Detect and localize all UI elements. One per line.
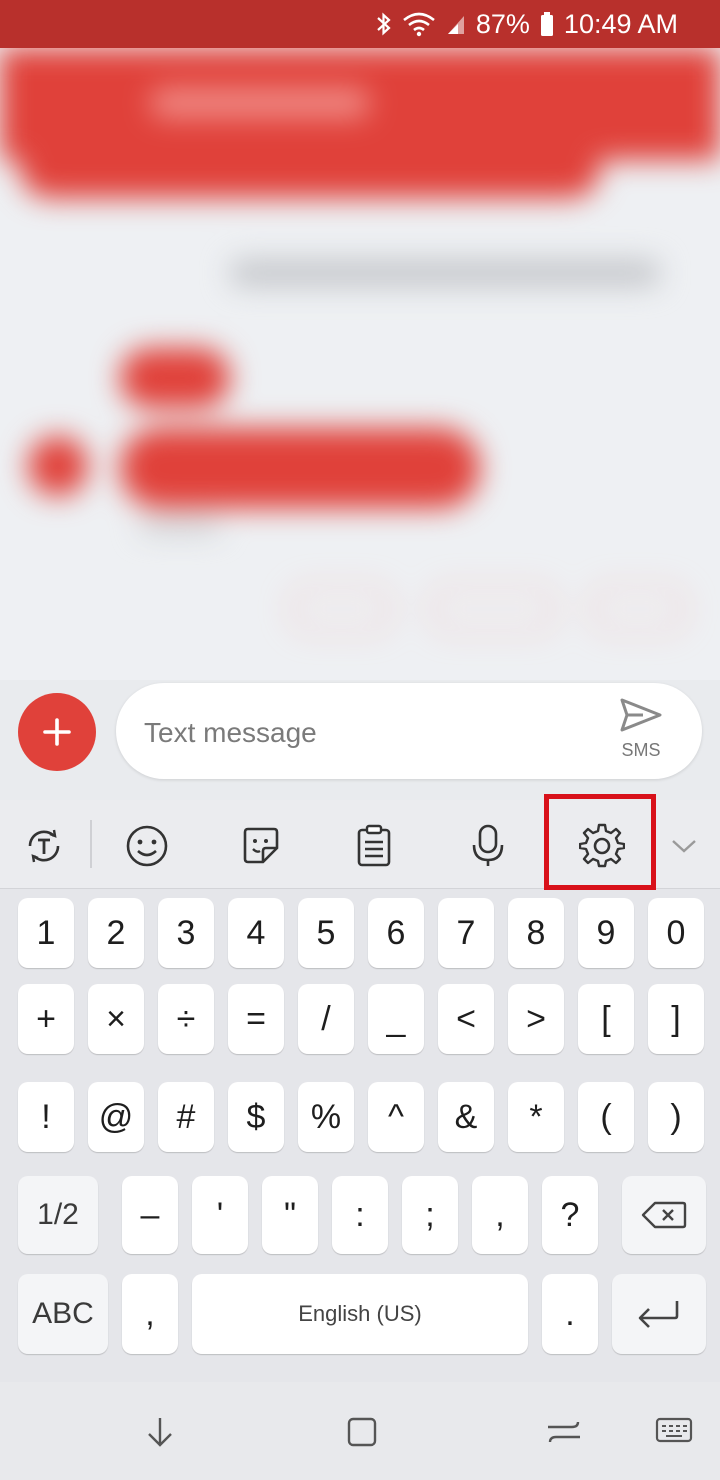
message-input[interactable]: Text message SMS <box>116 683 702 779</box>
key-5[interactable]: 5 <box>298 898 354 968</box>
battery-icon <box>540 11 554 37</box>
blurred-chip-1 <box>290 586 392 632</box>
key-slash[interactable]: / <box>298 984 354 1054</box>
hide-keyboard-button[interactable] <box>138 1410 182 1454</box>
blurred-bubble <box>120 428 480 508</box>
key-ampersand[interactable]: & <box>438 1082 494 1152</box>
blurred-avatar <box>28 436 88 496</box>
keyboard-switch-button[interactable] <box>652 1410 696 1454</box>
sticker-icon[interactable] <box>233 818 289 874</box>
chevron-down-nav-icon <box>148 1418 172 1447</box>
key-3[interactable]: 3 <box>158 898 214 968</box>
key-exclamation[interactable]: ! <box>18 1082 74 1152</box>
key-percent[interactable]: % <box>298 1082 354 1152</box>
navigation-bar <box>0 1382 720 1480</box>
key-comma-symbol[interactable]: , <box>472 1176 528 1254</box>
enter-key[interactable] <box>612 1274 706 1354</box>
key-open-bracket[interactable]: [ <box>578 984 634 1054</box>
key-close-bracket[interactable]: ] <box>648 984 704 1054</box>
send-button[interactable]: SMS <box>614 697 668 761</box>
blurred-content <box>0 48 720 680</box>
wifi-icon <box>402 11 436 37</box>
send-label: SMS <box>621 740 661 760</box>
text-style-icon[interactable] <box>16 818 72 874</box>
key-plus[interactable]: + <box>18 984 74 1054</box>
key-8[interactable]: 8 <box>508 898 564 968</box>
key-divide[interactable]: ÷ <box>158 984 214 1054</box>
key-dollar[interactable]: $ <box>228 1082 284 1152</box>
key-6[interactable]: 6 <box>368 898 424 968</box>
backspace-icon <box>641 1201 687 1229</box>
backspace-key[interactable] <box>622 1176 706 1254</box>
mic-icon[interactable] <box>460 818 516 874</box>
add-attachment-button[interactable] <box>18 693 96 771</box>
emoji-icon[interactable] <box>119 818 175 874</box>
key-multiply[interactable]: × <box>88 984 144 1054</box>
home-icon <box>347 1417 377 1447</box>
keyboard-icon <box>655 1417 693 1443</box>
keyboard: 1 2 3 4 5 6 7 8 9 0 + × ÷ = / _ < > [ ] … <box>0 794 720 1382</box>
blurred-chip-3 <box>590 586 686 632</box>
key-9[interactable]: 9 <box>578 898 634 968</box>
enter-icon <box>638 1301 679 1328</box>
key-page-toggle[interactable]: 1/2 <box>18 1176 98 1254</box>
spacebar[interactable]: English (US) <box>192 1274 528 1354</box>
blurred-chip-2 <box>430 586 556 632</box>
clock: 10:49 AM <box>563 8 678 39</box>
key-apostrophe[interactable]: ' <box>192 1176 248 1254</box>
key-7[interactable]: 7 <box>438 898 494 968</box>
key-asterisk[interactable]: * <box>508 1082 564 1152</box>
toolbar-divider <box>90 820 92 868</box>
plus-icon <box>43 718 71 746</box>
key-close-paren[interactable]: ) <box>648 1082 704 1152</box>
home-button[interactable] <box>340 1410 384 1454</box>
abc-key[interactable]: ABC <box>18 1274 108 1354</box>
settings-highlight-box <box>544 794 656 890</box>
send-icon <box>620 698 662 732</box>
key-less-than[interactable]: < <box>438 984 494 1054</box>
back-button[interactable] <box>542 1410 586 1454</box>
blurred-title <box>150 88 370 118</box>
bluetooth-icon <box>376 11 392 37</box>
key-at[interactable]: @ <box>88 1082 144 1152</box>
key-comma[interactable]: , <box>122 1274 178 1354</box>
key-hash[interactable]: # <box>158 1082 214 1152</box>
key-underscore[interactable]: _ <box>368 984 424 1054</box>
key-caret[interactable]: ^ <box>368 1082 424 1152</box>
clipboard-icon[interactable] <box>346 818 402 874</box>
key-quote[interactable]: " <box>262 1176 318 1254</box>
chevron-down-icon[interactable] <box>656 818 712 874</box>
back-icon <box>548 1421 580 1443</box>
key-1[interactable]: 1 <box>18 898 74 968</box>
key-open-paren[interactable]: ( <box>578 1082 634 1152</box>
status-bar: 87% 10:49 AM <box>0 0 720 48</box>
blurred-bubble-top <box>120 348 230 408</box>
blurred-timestamp <box>140 518 220 534</box>
key-dash[interactable]: – <box>122 1176 178 1254</box>
battery-percent: 87% <box>475 8 530 39</box>
key-colon[interactable]: : <box>332 1176 388 1254</box>
signal-icon <box>446 12 466 36</box>
key-period[interactable]: . <box>542 1274 598 1354</box>
conversation-background <box>0 48 720 680</box>
message-placeholder: Text message <box>144 717 317 748</box>
blurred-text-line <box>230 260 660 286</box>
key-0[interactable]: 0 <box>648 898 704 968</box>
blurred-header-shape <box>20 138 600 198</box>
key-semicolon[interactable]: ; <box>402 1176 458 1254</box>
key-2[interactable]: 2 <box>88 898 144 968</box>
key-equals[interactable]: = <box>228 984 284 1054</box>
key-4[interactable]: 4 <box>228 898 284 968</box>
keyboard-toolbar <box>0 794 720 890</box>
key-question[interactable]: ? <box>542 1176 598 1254</box>
key-greater-than[interactable]: > <box>508 984 564 1054</box>
